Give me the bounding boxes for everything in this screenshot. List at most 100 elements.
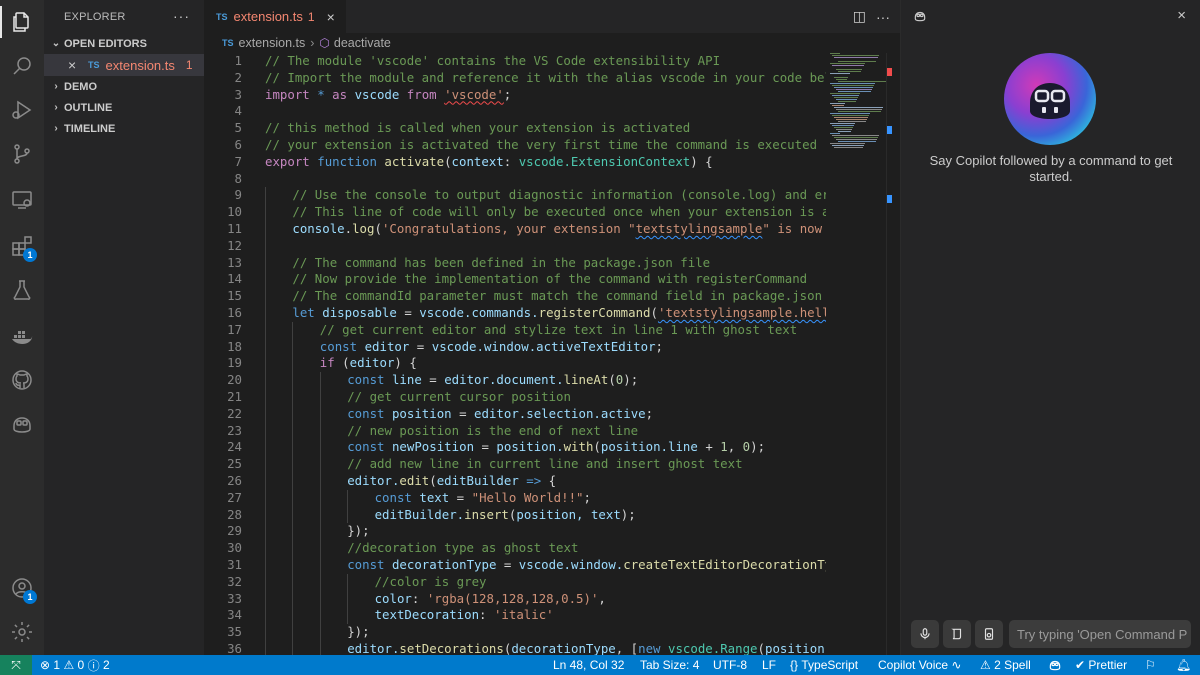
feedback-icon[interactable]: ⚐: [1145, 655, 1156, 675]
line-number: 11: [227, 220, 242, 236]
close-icon[interactable]: ×: [68, 57, 82, 73]
line-content: // new position is the end of next line: [347, 423, 638, 440]
search-icon[interactable]: [0, 46, 44, 86]
section-open-editors[interactable]: ⌄ OPEN EDITORS: [44, 33, 204, 54]
code-line: 8: [204, 171, 826, 188]
indent-guide: [265, 489, 266, 507]
warning-icon: ⚠: [63, 658, 75, 672]
settings-gear-icon[interactable]: [0, 612, 44, 652]
accounts-icon[interactable]: 1: [0, 568, 44, 608]
microphone-icon[interactable]: [911, 620, 939, 648]
indent-guide: [319, 388, 321, 406]
problem-count: 1: [185, 58, 193, 72]
accounts-badge: 1: [23, 590, 37, 604]
info-marker: [887, 195, 892, 203]
section-timeline[interactable]: › TIMELINE: [44, 118, 204, 139]
code-token: insert: [464, 506, 509, 522]
line-content: editBuilder.insert(position, text);: [374, 506, 636, 522]
copilot-voice[interactable]: Copilot Voice ∿: [878, 655, 961, 675]
code-line: 15 // The commandId parameter must match …: [204, 288, 826, 305]
code-token: new: [638, 640, 661, 655]
code-editor[interactable]: 1 // The module 'vscode' contains the VS …: [204, 53, 826, 655]
line-number: 2: [234, 69, 242, 85]
explorer-icon[interactable]: [0, 2, 44, 42]
copilot-icon[interactable]: [0, 404, 44, 444]
indent-guide: [347, 489, 349, 507]
chevron-right-icon: ›: [54, 81, 58, 92]
line-content: color: 'rgba(128,128,128,0.5)',: [374, 590, 606, 606]
code-line: 17 // get current editor and stylize text…: [204, 321, 826, 339]
line-content: const position = editor.selection.active…: [347, 405, 654, 421]
notifications-bell-icon[interactable]: 🔔︎: [1176, 655, 1191, 675]
copilot-command-input[interactable]: Try typing 'Open Command P: [1009, 620, 1191, 648]
remote-explorer-icon[interactable]: [0, 180, 44, 220]
breadcrumb-file[interactable]: extension.ts: [239, 36, 306, 50]
indent-guide: [265, 556, 266, 574]
copilot-status-icon[interactable]: [1048, 655, 1062, 675]
encoding[interactable]: UTF-8: [713, 655, 747, 675]
indent-guide: [265, 624, 266, 641]
error-icon: ⊗: [40, 658, 51, 672]
code-token: });: [347, 624, 370, 640]
line-number: 32: [227, 573, 242, 589]
code-token: const: [347, 405, 385, 421]
indent-guide: [292, 405, 294, 423]
testing-icon[interactable]: [0, 270, 44, 310]
code-token: edit: [399, 472, 430, 488]
language-mode[interactable]: {} TypeScript: [790, 655, 858, 675]
run-debug-icon[interactable]: [0, 90, 44, 130]
prettier-status[interactable]: ✔ Prettier: [1075, 655, 1127, 675]
line-number: 3: [234, 86, 242, 102]
minimap[interactable]: [826, 53, 886, 153]
indent-guide: [319, 556, 321, 574]
speaker-icon[interactable]: [975, 620, 1003, 648]
code-token: // Use the console to output diagnostic …: [292, 187, 826, 203]
code-token: import: [265, 86, 310, 102]
code-token: // The command has been defined in the p…: [292, 254, 711, 270]
code-line: 21 // get current cursor position: [204, 388, 826, 406]
code-token: disposable: [322, 304, 397, 320]
indent-guide: [319, 573, 321, 591]
cursor-position[interactable]: Ln 48, Col 32: [553, 655, 624, 675]
indent-guide: [319, 405, 321, 423]
code-token: // this method is called when your exten…: [265, 120, 691, 136]
code-token: console: [292, 220, 345, 236]
tab-size[interactable]: Tab Size: 4: [640, 655, 699, 675]
docker-icon[interactable]: [0, 316, 44, 356]
more-actions-icon[interactable]: ···: [173, 8, 190, 24]
source-control-icon[interactable]: [0, 134, 44, 174]
line-content: textDecoration: 'italic': [374, 607, 554, 623]
vertical-scrollbar[interactable]: [886, 53, 900, 655]
open-editor-item[interactable]: × TS extension.ts 1: [44, 54, 204, 76]
code-token: const: [347, 439, 385, 455]
code-token: // get current editor and stylize text i…: [319, 321, 798, 337]
indent-guide: [265, 254, 266, 272]
more-actions-icon[interactable]: ···: [876, 9, 890, 25]
github-icon[interactable]: [0, 360, 44, 400]
problems-indicator[interactable]: ⊗ 1 ⚠ 0 ⓘ 2: [40, 655, 110, 675]
remote-indicator-icon[interactable]: ⤧: [0, 655, 32, 675]
indent-guide: [319, 540, 321, 557]
spell-check[interactable]: ⚠ 2 Spell: [980, 655, 1031, 675]
end-of-line[interactable]: LF: [762, 655, 776, 675]
indent-guide: [265, 321, 266, 339]
status-bar: ⤧ ⊗ 1 ⚠ 0 ⓘ 2 Ln 48, Col 32 Tab Size: 4 …: [0, 655, 1200, 675]
section-demo[interactable]: › DEMO: [44, 76, 204, 97]
indent-guide: [292, 573, 294, 591]
code-line: 25 // add new line in current line and in…: [204, 456, 826, 473]
activity-bar: 1 1: [0, 0, 44, 655]
indent-guide: [347, 573, 349, 591]
line-number: 16: [227, 304, 242, 320]
close-icon[interactable]: ×: [327, 9, 335, 25]
tab-extension-ts[interactable]: TS extension.ts 1 ×: [204, 0, 346, 33]
code-token: 'Congratulations, your extension ": [381, 220, 636, 236]
extensions-icon[interactable]: 1: [0, 226, 44, 266]
close-icon[interactable]: ×: [1177, 7, 1186, 24]
section-outline[interactable]: › OUTLINE: [44, 97, 204, 118]
code-token: textstylingsample: [635, 220, 763, 236]
line-number: 19: [227, 355, 242, 371]
split-editor-icon[interactable]: ◫: [853, 8, 866, 25]
script-icon[interactable]: [943, 620, 971, 648]
indent-guide: [265, 456, 266, 473]
breadcrumb-symbol[interactable]: deactivate: [334, 36, 391, 50]
